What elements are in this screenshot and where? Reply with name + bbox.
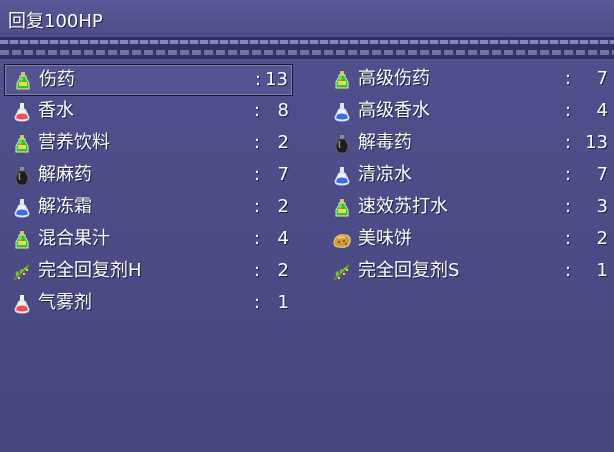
count-separator: : xyxy=(565,164,572,185)
green-potion-icon xyxy=(331,69,353,91)
inventory-item-right-6[interactable]: 完全回复剂S : 1 xyxy=(324,256,613,288)
inventory-item-left-0[interactable]: 伤药 : 13 xyxy=(4,64,293,96)
item-name: 气雾剂 xyxy=(38,292,92,313)
item-name: 速效苏打水 xyxy=(358,196,448,217)
inventory-item-left-5[interactable]: 混合果汁 : 4 xyxy=(4,224,293,256)
pink-perfume-icon xyxy=(11,293,33,315)
black-potion-icon xyxy=(11,165,33,187)
item-count: 7 xyxy=(596,164,608,185)
item-name: 解毒药 xyxy=(358,132,412,153)
item-count: 2 xyxy=(277,260,289,281)
item-count: 13 xyxy=(265,69,288,90)
item-count: 2 xyxy=(277,132,289,153)
black-potion-icon xyxy=(331,133,353,155)
green-potion-icon xyxy=(331,197,353,219)
inventory-item-right-5[interactable]: 美味饼 : 2 xyxy=(324,224,613,256)
count-separator: : xyxy=(254,196,261,217)
header-title: 回复100HP xyxy=(8,11,103,32)
item-count: 8 xyxy=(277,100,289,121)
item-count: 4 xyxy=(596,100,608,121)
item-name: 高级伤药 xyxy=(358,68,430,89)
item-name: 高级香水 xyxy=(358,100,430,121)
blue-potion-icon xyxy=(11,197,33,219)
blue-potion-icon xyxy=(331,165,353,187)
count-separator: : xyxy=(254,164,261,185)
item-count: 7 xyxy=(277,164,289,185)
pink-perfume-icon xyxy=(11,101,33,123)
count-separator: : xyxy=(254,228,261,249)
inventory-item-right-2[interactable]: 解毒药 : 13 xyxy=(324,128,613,160)
item-count: 4 xyxy=(277,228,289,249)
count-separator: : xyxy=(565,100,572,121)
count-separator: : xyxy=(565,260,572,281)
item-name: 清凉水 xyxy=(358,164,412,185)
item-name: 完全回复剂S xyxy=(358,260,460,281)
count-separator: : xyxy=(254,132,261,153)
green-potion-icon xyxy=(12,70,34,92)
inventory-item-left-2[interactable]: 营养饮料 : 2 xyxy=(4,128,293,160)
item-name: 完全回复剂H xyxy=(38,260,142,281)
item-menu-screen: 回复100HP 伤药 : 13 香水: 8 营养饮料: 2 解麻药: 7 … xyxy=(0,0,614,452)
herb-sprig-icon xyxy=(331,261,353,283)
count-separator: : xyxy=(565,68,572,89)
inventory-item-left-1[interactable]: 香水 : 8 xyxy=(4,96,293,128)
inventory-item-left-6[interactable]: 完全回复剂H : 2 xyxy=(4,256,293,288)
item-name: 伤药 xyxy=(39,69,75,90)
green-potion-icon xyxy=(11,133,33,155)
decorative-border xyxy=(0,37,614,59)
item-name: 香水 xyxy=(38,100,74,121)
count-separator: : xyxy=(565,228,572,249)
inventory-item-right-1[interactable]: 高级香水 : 4 xyxy=(324,96,613,128)
inventory-list: 伤药 : 13 香水 : 8 营养饮料: 2 解麻药: 7 解冻霜: 2 … xyxy=(0,64,614,452)
count-separator: : xyxy=(565,132,572,153)
count-separator: : xyxy=(255,69,262,90)
item-name: 美味饼 xyxy=(358,228,412,249)
inventory-item-right-4[interactable]: 速效苏打水 : 3 xyxy=(324,192,613,224)
inventory-item-right-3[interactable]: 清凉水 : 7 xyxy=(324,160,613,192)
item-count: 7 xyxy=(596,68,608,89)
item-description-header: 回复100HP xyxy=(0,0,614,37)
count-separator: : xyxy=(254,292,261,313)
item-count: 2 xyxy=(596,228,608,249)
item-count: 2 xyxy=(277,196,289,217)
item-name: 解冻霜 xyxy=(38,196,92,217)
item-name: 混合果汁 xyxy=(38,228,110,249)
item-count: 1 xyxy=(277,292,289,313)
item-count: 13 xyxy=(585,132,608,153)
item-name: 解麻药 xyxy=(38,164,92,185)
green-potion-icon xyxy=(11,229,33,251)
item-name: 营养饮料 xyxy=(38,132,110,153)
inventory-item-left-3[interactable]: 解麻药 : 7 xyxy=(4,160,293,192)
blue-potion-icon xyxy=(331,101,353,123)
count-separator: : xyxy=(565,196,572,217)
herb-sprig-icon xyxy=(11,261,33,283)
inventory-item-left-7[interactable]: 气雾剂 : 1 xyxy=(4,288,293,320)
item-count: 1 xyxy=(596,260,608,281)
inventory-item-right-0[interactable]: 高级伤药 : 7 xyxy=(324,64,613,96)
inventory-item-left-4[interactable]: 解冻霜 : 2 xyxy=(4,192,293,224)
cookie-icon xyxy=(331,229,353,251)
item-count: 3 xyxy=(596,196,608,217)
count-separator: : xyxy=(254,260,261,281)
count-separator: : xyxy=(254,100,261,121)
